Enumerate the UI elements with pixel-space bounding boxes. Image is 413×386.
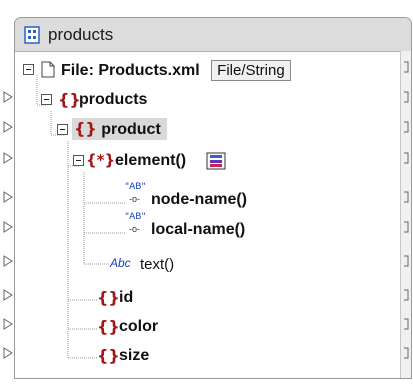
node-label: local-name() [151,221,246,238]
element-icon: {} [74,119,97,138]
output-port-icon [404,152,409,164]
node-label: node-name() [151,191,247,208]
tree-node-node-name[interactable]: "AB" -o- node-name() [125,182,375,212]
input-port-icon [3,91,13,103]
output-port-icon [404,289,409,301]
tree-node-product[interactable]: {} product [57,118,357,142]
output-port-icon [404,121,409,133]
output-ports [404,61,409,359]
output-port-icon [404,191,409,203]
node-label: size [119,347,150,364]
ab-string-icon: "AB" [125,212,146,222]
output-port-icon [404,347,409,359]
input-port-icon [3,191,13,203]
text-node-icon: Abc [110,256,131,270]
tree-node-local-name[interactable]: "AB" -o- local-name() [125,212,375,242]
file-icon [41,61,55,78]
tree-node-id[interactable]: {} id [97,286,347,310]
collapse-toggle[interactable] [41,94,52,105]
file-row: File: Products.xml File/String [23,58,403,82]
attribute-connector-icon: -o- [129,224,140,234]
input-port-icon [3,318,13,330]
element-icon: {} [97,288,120,307]
input-port-icon [3,289,13,301]
element-icon: {} [97,317,120,336]
element-icon: {} [58,90,81,109]
node-label: products [79,91,148,108]
node-label: id [119,289,134,306]
input-port-icon [3,121,13,133]
element-settings-icon[interactable] [206,152,226,170]
tree-node-size[interactable]: {} size [97,344,347,368]
element-icon: {} [97,346,120,365]
input-port-icon [3,152,13,164]
output-port-icon [404,255,409,267]
ab-string-icon: "AB" [125,182,146,192]
tree-node-element-fn[interactable]: {*} element() [73,149,373,173]
wildcard-element-icon: {*} [86,151,116,169]
node-label: text() [140,256,175,273]
output-port-icon [404,61,409,73]
products-component[interactable]: products File: Products.xml File/String … [14,17,412,379]
node-label: color [119,318,159,335]
collapse-toggle[interactable] [23,64,34,75]
tree-node-color[interactable]: {} color [97,315,347,339]
output-port-icon [404,91,409,103]
tree-node-products[interactable]: {} products [41,88,341,112]
input-port-icon [3,347,13,359]
input-ports [3,91,13,359]
collapse-toggle[interactable] [57,124,68,135]
node-label: product [101,121,161,138]
collapse-toggle[interactable] [73,155,84,166]
output-port-icon [404,318,409,330]
attribute-connector-icon: -o- [129,194,140,204]
file-label: File: Products.xml [61,62,200,79]
input-port-icon [3,255,13,267]
file-string-button[interactable]: File/String [211,60,291,81]
node-label: element() [115,152,187,169]
output-port-icon [404,221,409,233]
input-port-icon [3,221,13,233]
selected-node-highlight: {} product [72,118,167,140]
tree-node-text-fn[interactable]: Abc text() [110,252,360,276]
